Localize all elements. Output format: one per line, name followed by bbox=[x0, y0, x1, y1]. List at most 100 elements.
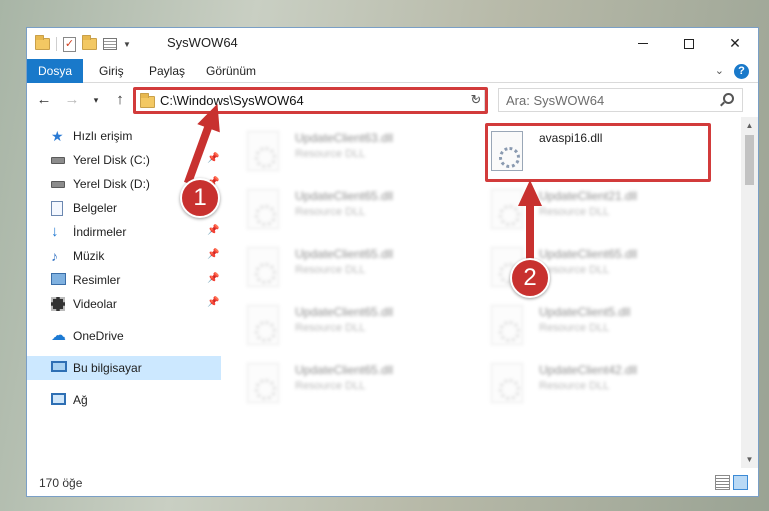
pin-icon[interactable]: 📌 bbox=[207, 297, 219, 308]
back-button[interactable]: ← bbox=[35, 91, 53, 109]
file-item[interactable]: UpdateClient63.dll Resource DLL bbox=[241, 123, 461, 179]
music-icon: ♪ bbox=[51, 248, 58, 264]
sidebar-item-network[interactable]: Ağ bbox=[27, 388, 221, 412]
file-name: UpdateClient65.dll bbox=[295, 305, 394, 319]
scrollbar-thumb[interactable] bbox=[745, 135, 754, 185]
item-count: 170 öğe bbox=[39, 476, 83, 490]
sidebar-item-quick-access[interactable]: ★ Hızlı erişim bbox=[27, 124, 221, 148]
address-highlight-box bbox=[133, 87, 488, 114]
tab-home[interactable]: Giriş bbox=[87, 59, 136, 83]
file-item[interactable]: UpdateClient65.dll Resource DLL bbox=[241, 297, 461, 353]
sidebar-item-label: Yerel Disk (C:) bbox=[73, 153, 150, 167]
sidebar-item-label: Videolar bbox=[73, 297, 117, 311]
recent-locations-button[interactable]: ▾ bbox=[87, 91, 105, 109]
quick-access-toolbar: ✓ ▼ bbox=[35, 35, 131, 53]
file-name: UpdateClient65.dll bbox=[295, 363, 394, 377]
dll-file-icon bbox=[247, 305, 279, 345]
maximize-icon bbox=[684, 38, 694, 49]
file-type: Resource DLL bbox=[295, 206, 366, 218]
dll-file-icon bbox=[247, 131, 279, 171]
dll-file-icon bbox=[491, 363, 523, 403]
tab-view[interactable]: Görünüm bbox=[194, 59, 268, 83]
sidebar-item-videos[interactable]: Videolar 📌 bbox=[27, 292, 221, 316]
sidebar-item-label: Bu bilgisayar bbox=[73, 361, 142, 375]
scroll-up-icon[interactable]: ▲ bbox=[741, 117, 758, 134]
sidebar-item-label: Yerel Disk (D:) bbox=[73, 177, 150, 191]
sidebar-item-music[interactable]: ♪ Müzik 📌 bbox=[27, 244, 221, 268]
file-type: Resource DLL bbox=[295, 322, 366, 334]
maximize-button[interactable] bbox=[666, 28, 712, 59]
up-button[interactable]: ↑ bbox=[111, 91, 129, 109]
folder-icon bbox=[35, 35, 50, 50]
file-type: Resource DLL bbox=[539, 380, 610, 392]
file-type: Resource DLL bbox=[295, 148, 366, 160]
file-name: UpdateClient63.dll bbox=[295, 131, 394, 145]
sidebar-item-label: Resimler bbox=[73, 273, 121, 287]
file-name: UpdateClient5.dll bbox=[539, 305, 631, 319]
file-item[interactable]: UpdateClient65.dll Resource DLL bbox=[241, 355, 461, 411]
file-item[interactable]: UpdateClient65.dll Resource DLL bbox=[241, 239, 461, 295]
file-item[interactable]: UpdateClient5.dll Resource DLL bbox=[485, 297, 705, 353]
video-icon bbox=[51, 297, 65, 311]
new-folder-icon[interactable] bbox=[82, 35, 97, 50]
expand-ribbon-icon[interactable]: ⌄ bbox=[715, 64, 724, 77]
drive-icon bbox=[51, 157, 65, 164]
file-type: Resource DLL bbox=[539, 206, 610, 218]
sidebar-item-label: OneDrive bbox=[73, 329, 124, 343]
tiles-view-icon[interactable] bbox=[733, 475, 748, 490]
help-icon[interactable]: ? bbox=[734, 64, 749, 79]
ribbon: Dosya Giriş Paylaş Görünüm ⌄ ? bbox=[27, 59, 758, 115]
scroll-down-icon[interactable]: ▼ bbox=[741, 451, 758, 468]
close-button[interactable]: ✕ bbox=[712, 28, 758, 59]
sidebar-item-label: Hızlı erişim bbox=[73, 129, 133, 143]
search-icon[interactable] bbox=[723, 93, 734, 104]
sidebar-item-label: Ağ bbox=[73, 393, 88, 407]
properties-icon[interactable] bbox=[103, 38, 117, 50]
customize-toolbar-icon[interactable]: ▼ bbox=[123, 40, 131, 49]
file-highlight-box bbox=[485, 123, 711, 182]
file-name: UpdateClient65.dll bbox=[295, 189, 394, 203]
dll-file-icon bbox=[247, 247, 279, 287]
arrow-2-head bbox=[518, 180, 542, 206]
title-bar: ✓ ▼ SysWOW64 ✕ bbox=[27, 28, 758, 59]
document-icon bbox=[51, 201, 63, 216]
star-icon: ★ bbox=[51, 128, 64, 144]
minimize-button[interactable] bbox=[620, 28, 666, 59]
pin-icon[interactable]: 📌 bbox=[207, 273, 219, 284]
file-name: UpdateClient65.dll bbox=[539, 247, 638, 261]
step-1-badge: 1 bbox=[180, 178, 220, 218]
onedrive-icon: ☁ bbox=[51, 327, 66, 344]
sidebar-item-label: İndirmeler bbox=[73, 225, 127, 239]
tab-share[interactable]: Paylaş bbox=[137, 59, 197, 83]
sidebar-item-label: Müzik bbox=[73, 249, 105, 263]
arrow-2-shaft bbox=[526, 200, 534, 262]
pin-icon[interactable]: 📌 bbox=[207, 153, 219, 164]
dll-file-icon bbox=[247, 189, 279, 229]
forward-button[interactable]: → bbox=[63, 91, 81, 109]
download-icon: ↓ bbox=[51, 223, 59, 240]
minimize-icon bbox=[638, 43, 648, 44]
pin-icon[interactable]: 📌 bbox=[207, 225, 219, 236]
properties-check-icon[interactable]: ✓ bbox=[63, 36, 76, 52]
file-item[interactable]: UpdateClient65.dll Resource DLL bbox=[241, 181, 461, 237]
dll-file-icon bbox=[491, 305, 523, 345]
search-box[interactable] bbox=[498, 88, 743, 112]
details-view-icon[interactable] bbox=[715, 475, 730, 490]
step-2-badge: 2 bbox=[510, 258, 550, 298]
file-item[interactable]: UpdateClient42.dll Resource DLL bbox=[485, 355, 705, 411]
close-icon: ✕ bbox=[729, 35, 741, 51]
sidebar-item-pictures[interactable]: Resimler 📌 bbox=[27, 268, 221, 292]
search-input[interactable] bbox=[506, 90, 706, 110]
pin-icon[interactable]: 📌 bbox=[207, 249, 219, 260]
vertical-scrollbar[interactable]: ▲ ▼ bbox=[741, 117, 758, 468]
file-name: UpdateClient21.dll bbox=[539, 189, 638, 203]
pc-icon bbox=[51, 361, 67, 372]
sidebar-item-onedrive[interactable]: ☁ OneDrive bbox=[27, 324, 221, 348]
file-type: Resource DLL bbox=[295, 264, 366, 276]
toolbar-separator bbox=[56, 37, 57, 51]
file-name: UpdateClient65.dll bbox=[295, 247, 394, 261]
file-type: Resource DLL bbox=[539, 322, 610, 334]
sidebar-item-label: Belgeler bbox=[73, 201, 118, 215]
sidebar-item-this-pc[interactable]: Bu bilgisayar bbox=[27, 356, 221, 380]
sidebar-item-downloads[interactable]: ↓ İndirmeler 📌 bbox=[27, 220, 221, 244]
